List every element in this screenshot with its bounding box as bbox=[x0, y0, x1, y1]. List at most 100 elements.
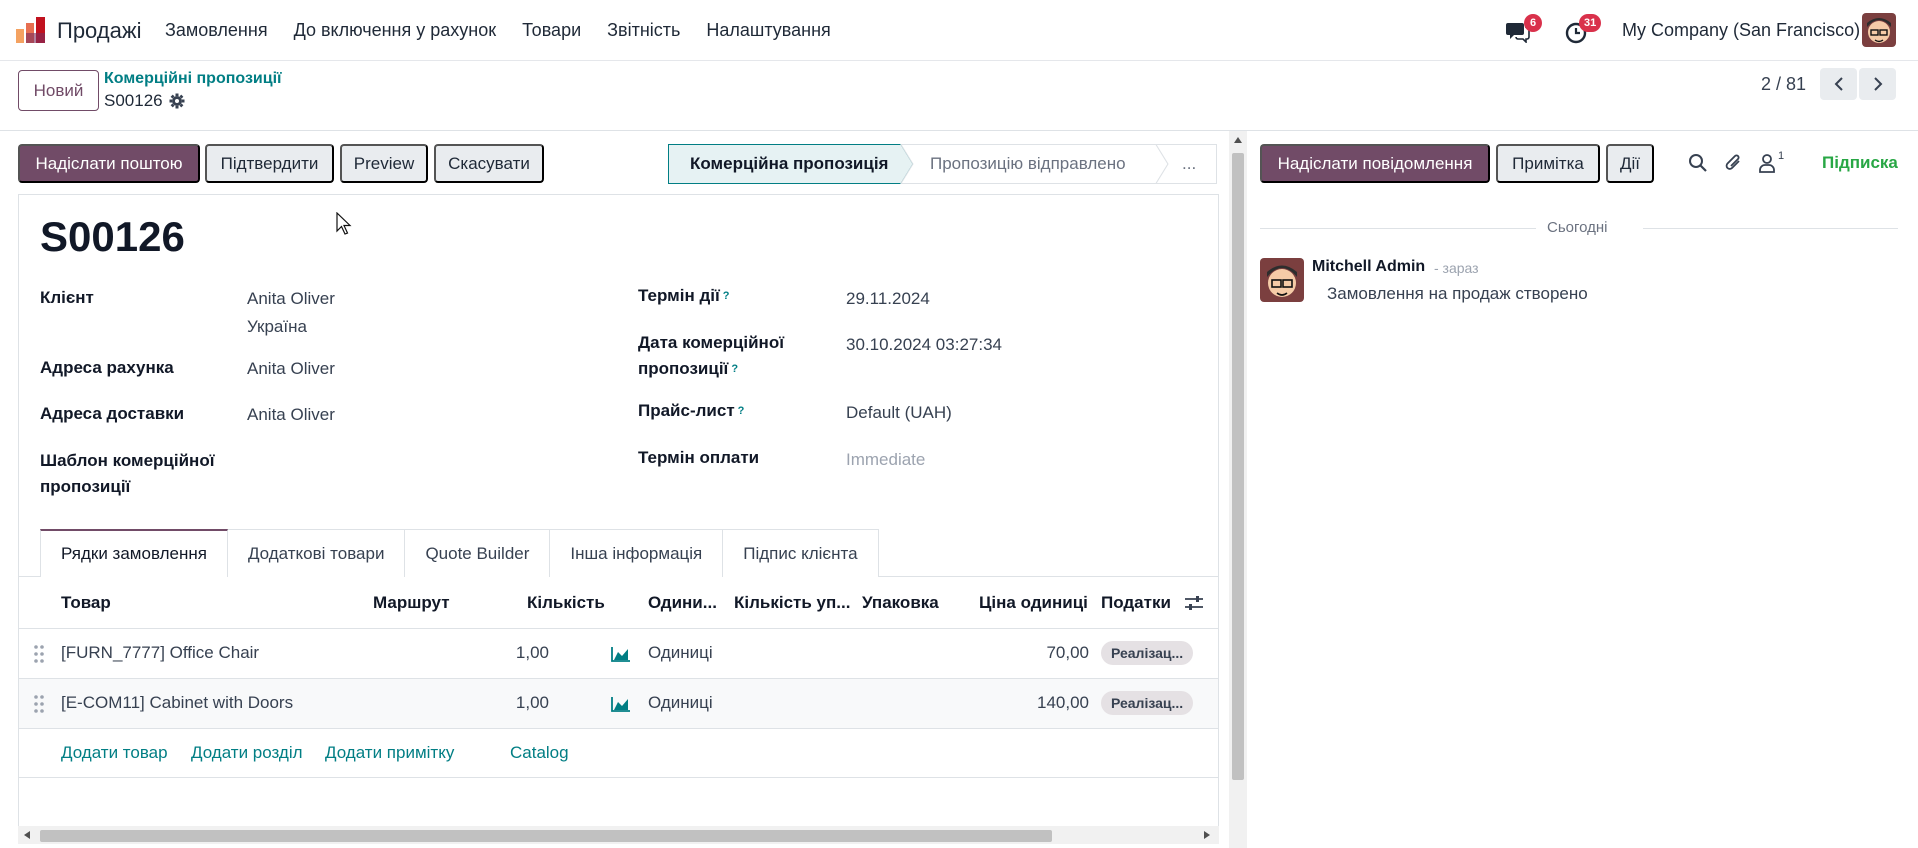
messages-button[interactable]: 6 bbox=[1506, 14, 1542, 48]
menu-orders[interactable]: Замовлення bbox=[165, 20, 268, 41]
confirm-button[interactable]: Підтвердити bbox=[205, 144, 334, 183]
stage-pipeline: Комерційна пропозиція Пропозицію відправ… bbox=[668, 144, 1217, 184]
cancel-button[interactable]: Скасувати bbox=[434, 144, 544, 183]
validity-date-field[interactable]: 29.11.2024 bbox=[846, 285, 930, 312]
paperclip-icon[interactable] bbox=[1724, 152, 1744, 174]
control-panel-divider bbox=[0, 130, 1918, 131]
pager-previous-button[interactable] bbox=[1820, 68, 1857, 100]
breadcrumb-quotations[interactable]: Комерційні пропозиції bbox=[104, 70, 282, 88]
pager-value[interactable]: 2 / 81 bbox=[1761, 74, 1806, 95]
date-divider-right bbox=[1643, 228, 1898, 229]
col-taxes[interactable]: Податки bbox=[1101, 593, 1171, 613]
company-switcher[interactable]: My Company (San Francisco) bbox=[1622, 20, 1860, 41]
forecast-chart-icon[interactable] bbox=[611, 646, 631, 662]
log-note-button[interactable]: Примітка bbox=[1496, 144, 1600, 183]
horizontal-scroll-thumb[interactable] bbox=[40, 830, 1052, 842]
scroll-right-arrow-icon[interactable] bbox=[1204, 831, 1210, 839]
invoice-address-label: Адреса рахунка bbox=[40, 358, 174, 377]
menu-to-invoice[interactable]: До включення у рахунок bbox=[294, 20, 497, 41]
user-avatar[interactable] bbox=[1862, 13, 1896, 47]
line-quantity[interactable]: 1,00 bbox=[469, 693, 549, 713]
user-icon bbox=[1759, 154, 1775, 173]
send-by-email-button[interactable]: Надіслати поштою bbox=[18, 144, 200, 183]
menu-reporting[interactable]: Звітність bbox=[607, 20, 680, 41]
tab-other-info[interactable]: Інша інформація bbox=[549, 529, 724, 577]
vertical-scrollbar[interactable] bbox=[1229, 131, 1247, 848]
drag-handle-icon[interactable] bbox=[33, 694, 45, 714]
line-uom[interactable]: Одиниці bbox=[648, 643, 713, 663]
scroll-up-arrow-icon[interactable] bbox=[1234, 137, 1242, 143]
pager-next-button[interactable] bbox=[1859, 68, 1896, 100]
activities-button[interactable]: 31 bbox=[1563, 14, 1602, 48]
message-author-avatar[interactable] bbox=[1260, 258, 1304, 302]
stage-quotation-sent[interactable]: Пропозицію відправлено bbox=[930, 154, 1126, 174]
chevron-right-icon bbox=[1873, 77, 1882, 91]
line-unit-price[interactable]: 70,00 bbox=[979, 643, 1089, 663]
horizontal-scrollbar[interactable] bbox=[18, 826, 1219, 844]
col-product[interactable]: Товар bbox=[61, 593, 111, 613]
line-product[interactable]: [FURN_7777] Office Chair bbox=[61, 643, 259, 663]
tab-quote-builder[interactable]: Quote Builder bbox=[404, 529, 551, 577]
add-note-link[interactable]: Додати примітку bbox=[325, 743, 454, 763]
tab-optional-products[interactable]: Додаткові товари bbox=[226, 529, 406, 577]
new-button[interactable]: Новий bbox=[18, 70, 99, 111]
line-uom[interactable]: Одиниці bbox=[648, 693, 713, 713]
menu-products[interactable]: Товари bbox=[522, 20, 581, 41]
gear-icon[interactable] bbox=[169, 93, 185, 109]
customer-label: Клієнт bbox=[40, 288, 94, 307]
order-title: S00126 bbox=[40, 213, 185, 260]
quotation-date-label: Дата комерційної bbox=[638, 333, 784, 352]
col-uom[interactable]: Одини... bbox=[648, 593, 717, 613]
quote-template-label-line2: пропозиції bbox=[40, 477, 131, 496]
line-unit-price[interactable]: 140,00 bbox=[979, 693, 1089, 713]
search-icon[interactable] bbox=[1688, 153, 1708, 173]
app-name[interactable]: Продажі bbox=[57, 18, 141, 44]
line-tax-tag[interactable]: Реалізац... bbox=[1101, 691, 1194, 715]
send-message-button[interactable]: Надіслати повідомлення bbox=[1260, 144, 1490, 183]
forecast-chart-icon[interactable] bbox=[611, 696, 631, 712]
col-packaging[interactable]: Упаковка bbox=[862, 593, 939, 613]
follow-button[interactable]: Підписка bbox=[1822, 153, 1898, 173]
catalog-link[interactable]: Catalog bbox=[510, 743, 569, 763]
pricelist-field[interactable]: Default (UAH) bbox=[846, 399, 952, 426]
sales-app-logo[interactable] bbox=[16, 17, 45, 43]
quote-template-field[interactable] bbox=[247, 448, 547, 475]
form-sheet: S00126 Клієнт Anita Oliver Україна Адрес… bbox=[18, 194, 1219, 834]
line-quantity[interactable]: 1,00 bbox=[469, 643, 549, 663]
col-route[interactable]: Маршрут bbox=[373, 593, 450, 613]
quotation-date-help-icon[interactable]: ? bbox=[731, 363, 738, 375]
stage-more[interactable]: ... bbox=[1182, 154, 1196, 174]
payment-terms-label: Термін оплати bbox=[638, 448, 760, 467]
followers-button[interactable]: 1 bbox=[1758, 150, 1788, 174]
drag-handle-icon[interactable] bbox=[33, 644, 45, 664]
order-line-row[interactable]: [FURN_7777] Office Chair 1,00 Одиниці 70… bbox=[19, 629, 1218, 679]
stage-quotation[interactable]: Комерційна пропозиція bbox=[690, 154, 888, 174]
menu-configuration[interactable]: Налаштування bbox=[706, 20, 830, 41]
col-quantity[interactable]: Кількість bbox=[527, 593, 605, 613]
validity-help-icon[interactable]: ? bbox=[723, 290, 730, 302]
column-settings-icon[interactable] bbox=[1184, 594, 1204, 612]
customer-field[interactable]: Anita Oliver bbox=[247, 285, 335, 312]
message-author[interactable]: Mitchell Admin bbox=[1312, 258, 1425, 276]
order-line-row[interactable]: [E-COM11] Cabinet with Doors 1,00 Одиниц… bbox=[19, 679, 1218, 729]
col-unit-price[interactable]: Ціна одиниці bbox=[979, 593, 1088, 613]
add-product-link[interactable]: Додати товар bbox=[61, 743, 168, 763]
date-divider-label: Сьогодні bbox=[1547, 219, 1608, 236]
invoice-address-field[interactable]: Anita Oliver bbox=[247, 355, 335, 382]
quotation-date-field[interactable]: 30.10.2024 03:27:34 bbox=[846, 331, 1002, 358]
activities-chatter-button[interactable]: Дії bbox=[1606, 144, 1654, 183]
line-product[interactable]: [E-COM11] Cabinet with Doors bbox=[61, 693, 293, 713]
add-section-link[interactable]: Додати розділ bbox=[191, 743, 303, 763]
payment-terms-field[interactable]: Immediate bbox=[846, 446, 925, 473]
line-tax-tag[interactable]: Реалізац... bbox=[1101, 641, 1194, 665]
delivery-address-field[interactable]: Anita Oliver bbox=[247, 401, 335, 428]
vertical-scroll-thumb[interactable] bbox=[1232, 153, 1244, 780]
delivery-address-label: Адреса доставки bbox=[40, 404, 185, 423]
col-packaging-qty[interactable]: Кількість уп... bbox=[734, 593, 850, 613]
validity-label: Термін дії? bbox=[638, 283, 729, 309]
preview-button[interactable]: Preview bbox=[340, 144, 428, 183]
tab-order-lines[interactable]: Рядки замовлення bbox=[40, 529, 228, 577]
pricelist-help-icon[interactable]: ? bbox=[738, 405, 745, 417]
tab-customer-signature[interactable]: Підпис клієнта bbox=[722, 529, 879, 577]
scroll-left-arrow-icon[interactable] bbox=[24, 831, 30, 839]
